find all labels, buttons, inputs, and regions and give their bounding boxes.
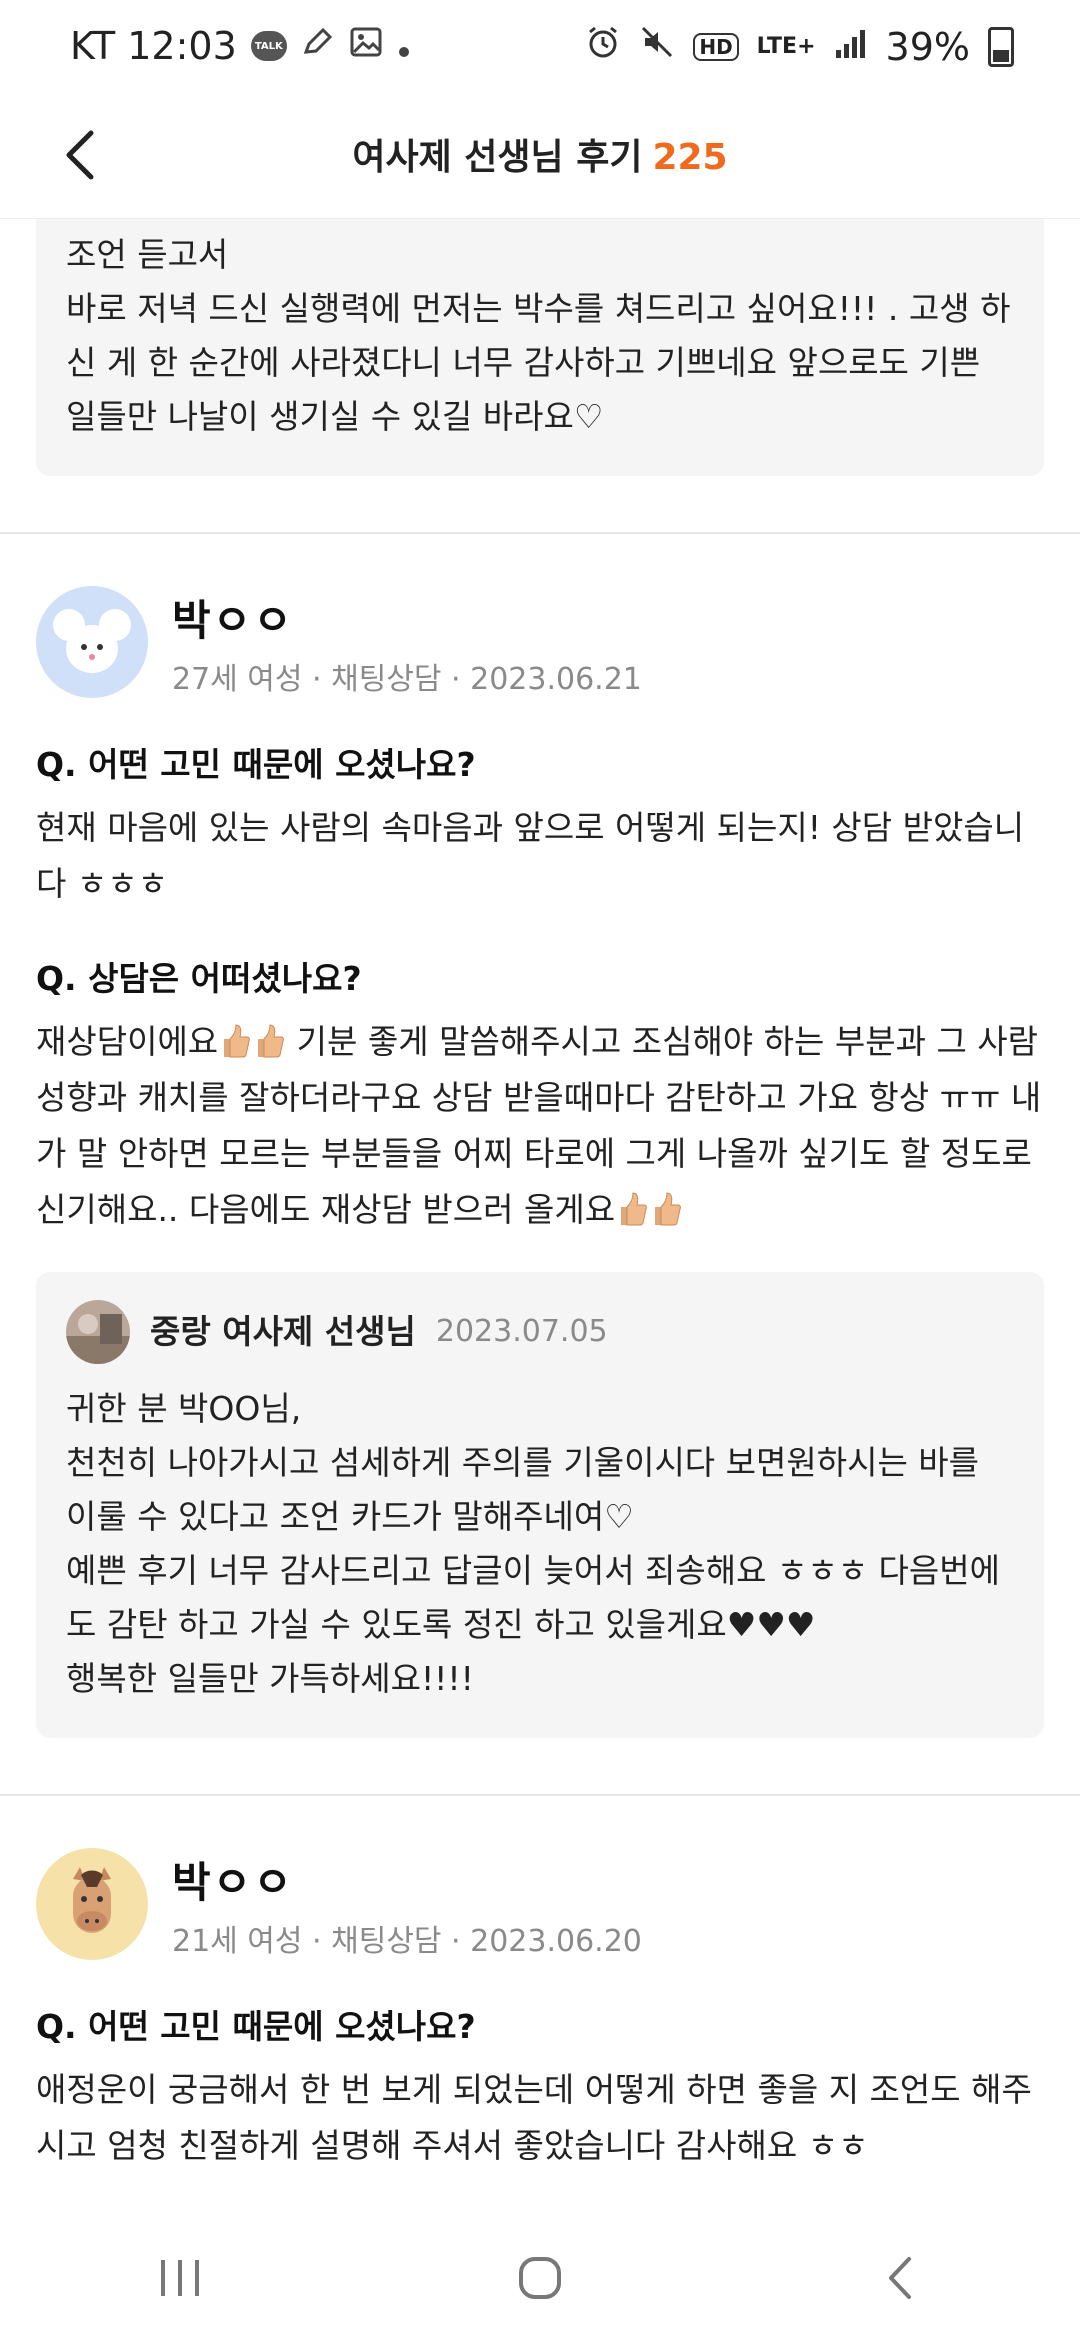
pencil-icon xyxy=(301,24,335,68)
recent-apps-button[interactable] xyxy=(120,2230,240,2330)
reply-line: 바로 저녁 드신 실행력에 먼저는 박수를 쳐드리고 싶어요!!! . 고생 하… xyxy=(66,289,1011,436)
teacher-reply: 중랑 여사제 선생님 2023.07.05 귀한 분 박OO님, 천천히 나아가… xyxy=(36,1272,1044,1738)
reply-line: 행복한 일들만 가득하세요!!!! xyxy=(66,1659,474,1698)
back-arrow-icon xyxy=(885,2255,915,2305)
answer-text: 현재 마음에 있는 사람의 속마음과 앞으로 어떻게 되는지! 상담 받았습니다… xyxy=(36,808,1025,903)
image-icon xyxy=(349,24,383,68)
reply-line: 조언 듣고서 xyxy=(66,235,229,274)
question-label: Q. 상담은 어떠셨나요? xyxy=(36,959,362,998)
question-label: Q. 어떤 고민 때문에 오셨나요? xyxy=(36,745,476,784)
thumbs-up-emoji-icon xyxy=(254,1020,285,1058)
review-item: 박ㅇㅇ 21세 여성 · 채팅상담 · 2023.06.20 Q. 어떤 고민 … xyxy=(0,1796,1080,2174)
status-left: KT 12:03 TALK xyxy=(70,24,411,68)
thumbs-up-emoji-icon xyxy=(617,1188,647,1226)
teacher-row: 중랑 여사제 선생님 2023.07.05 xyxy=(66,1300,1014,1364)
review-meta: 박ㅇㅇ 21세 여성 · 채팅상담 · 2023.06.20 xyxy=(172,1849,642,1960)
carrier-time: KT 12:03 xyxy=(70,24,237,68)
review-item: 박ㅇㅇ 27세 여성 · 채팅상담 · 2023.06.21 Q. 어떤 고민 … xyxy=(0,534,1080,1738)
recent-apps-icon xyxy=(157,2258,203,2302)
mouse-avatar-icon xyxy=(36,586,148,698)
battery-icon xyxy=(988,26,1014,67)
review-list[interactable]: 조언 듣고서 바로 저녁 드신 실행력에 먼저는 박수를 쳐드리고 싶어요!!!… xyxy=(0,140,1080,2174)
mute-icon xyxy=(639,24,675,69)
thumbs-up-emoji-icon xyxy=(220,1020,251,1058)
teacher-avatar xyxy=(66,1300,130,1364)
system-nav-bar xyxy=(0,2220,1080,2340)
home-button[interactable] xyxy=(480,2230,600,2330)
review-header: 박ㅇㅇ 21세 여성 · 채팅상담 · 2023.06.20 xyxy=(36,1848,1044,1960)
review-count: 225 xyxy=(652,137,728,178)
question-label: Q. 어떤 고민 때문에 오셨나요? xyxy=(36,2007,476,2046)
thumbs-up-emoji-icon xyxy=(651,1188,681,1226)
system-back-button[interactable] xyxy=(840,2230,960,2330)
network-label: LTE+ xyxy=(756,34,816,59)
review-header: 박ㅇㅇ 27세 여성 · 채팅상담 · 2023.06.21 xyxy=(36,586,1044,698)
answer-text-part: 재상담이에요 xyxy=(36,1022,219,1061)
reviewer-name: 박ㅇㅇ xyxy=(172,1857,294,1907)
hd-icon: HD xyxy=(693,32,739,61)
status-bar: KT 12:03 TALK HD LTE+ 39% xyxy=(0,0,1080,100)
reviewer-info: 27세 여성 · 채팅상담 · 2023.06.21 xyxy=(172,661,642,697)
app-header: 여사제 선생님 후기 225 xyxy=(0,100,1080,219)
signal-icon xyxy=(834,25,868,69)
reviewer-name: 박ㅇㅇ xyxy=(172,595,294,645)
kakaotalk-icon: TALK xyxy=(250,31,287,61)
alarm-icon xyxy=(585,24,621,69)
answer-text: 재상담이에요 기분 좋게 말씀해주시고 조심해야 하는 부분과 그 사람 성향과… xyxy=(36,1014,1044,1238)
page-title: 여사제 선생님 후기 225 xyxy=(0,128,1080,180)
reply-line: 천천히 나아가시고 섬세하게 주의를 기울이시다 보면원하시는 바를 이룰 수 … xyxy=(66,1443,980,1536)
reply-date: 2023.07.05 xyxy=(435,1314,608,1349)
page-title-text: 여사제 선생님 후기 xyxy=(352,137,643,178)
battery-percent: 39% xyxy=(885,24,970,69)
dot-icon xyxy=(397,24,411,68)
reply-line: 귀한 분 박OO님, xyxy=(66,1389,302,1428)
teacher-name: 중랑 여사제 선생님 xyxy=(150,1312,416,1351)
horse-avatar-icon xyxy=(36,1848,148,1960)
reviewer-info: 21세 여성 · 채팅상담 · 2023.06.20 xyxy=(172,1923,642,1959)
review-meta: 박ㅇㅇ 27세 여성 · 채팅상담 · 2023.06.21 xyxy=(172,587,642,698)
status-right: HD LTE+ 39% xyxy=(585,24,1014,69)
home-icon xyxy=(518,2256,562,2304)
reply-line: 예쁜 후기 너무 감사드리고 답글이 늦어서 죄송해요 ㅎㅎㅎ 다음번에도 감탄… xyxy=(66,1551,1000,1644)
answer-text: 애정운이 궁금해서 한 번 보게 되었는데 어떻게 하면 좋을 지 조언도 해주… xyxy=(36,2070,1032,2165)
